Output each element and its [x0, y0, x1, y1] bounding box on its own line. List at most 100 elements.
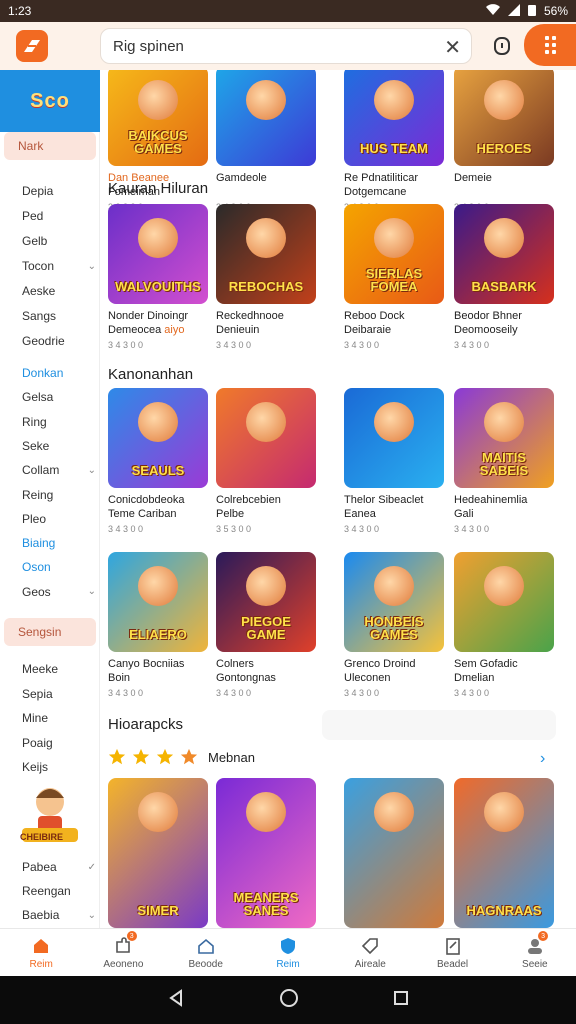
game-thumbnail[interactable] [454, 552, 554, 652]
section-filter-bar[interactable] [322, 710, 556, 740]
game-thumbnail[interactable]: HEROES [454, 70, 554, 166]
sidebar-item[interactable]: Geodrie [22, 334, 96, 348]
sidebar-item-label: Oson [22, 560, 51, 575]
game-thumbnail[interactable]: BASBARK [454, 204, 554, 304]
sidebar-item[interactable]: Mine [22, 711, 96, 725]
sidebar-item[interactable]: Biaing [22, 536, 96, 550]
game-thumbnail[interactable]: PIEGOE GAME [216, 552, 316, 652]
game-thumbnail[interactable]: MEANERS SANES [216, 778, 316, 928]
game-card[interactable]: Gamdeole3 4 3 0 0 [216, 70, 316, 212]
bottom-nav-item[interactable]: Aireale [329, 929, 411, 976]
game-card[interactable]: PIEGOE GAME Colners GontongnasBexaon 3 4 3… [216, 552, 316, 698]
game-thumbnail[interactable] [344, 778, 444, 928]
sidebar-brand[interactable]: Sco [0, 70, 100, 132]
sidebar-item-label: Poaig [22, 735, 53, 750]
bottom-nav-item[interactable]: Beadel [411, 929, 493, 976]
sidebar-item[interactable]: Depia [22, 184, 96, 198]
close-icon[interactable]: ✕ [444, 35, 461, 60]
sidebar-item[interactable]: Reengan [22, 884, 96, 898]
game-card[interactable] [344, 778, 444, 928]
game-thumbnail[interactable]: HONBEIS GAMES [344, 552, 444, 652]
game-card[interactable]: WALVOUITHS Nonder Dinoingr Demeocea aiyo 3 … [108, 204, 208, 350]
sidebar-pill-home[interactable]: Nark [4, 132, 96, 160]
clipboard-icon [443, 936, 463, 956]
sidebar-item[interactable]: Sepia [22, 687, 96, 701]
sidebar-item[interactable]: Gelb [22, 234, 96, 248]
sidebar-item[interactable]: Seke [22, 439, 96, 453]
chevron-right-icon[interactable]: › [540, 750, 545, 768]
sidebar-item[interactable]: Keijs [22, 760, 96, 774]
sidebar-item[interactable]: Oson [22, 560, 96, 574]
game-thumbnail[interactable]: HUS TEAM [344, 70, 444, 166]
sidebar-item[interactable]: Ped [22, 209, 96, 223]
game-title: Hedeahinemlia Gali [454, 494, 528, 520]
sidebar-item[interactable]: Reing [22, 488, 96, 502]
game-card[interactable]: HUS TEAMRe PdnatiliticarDotgemcane3 4 3 … [344, 70, 444, 212]
game-thumbnail[interactable]: WALVOUITHS [108, 204, 208, 304]
recents-icon[interactable] [393, 990, 409, 1011]
sidebar-item[interactable]: Aeske [22, 284, 96, 298]
game-card[interactable]: MAITIS SABEIS Hedeahinemlia Gali 3 4 3 0 0 [454, 388, 554, 534]
game-thumbnail[interactable]: HAGNRAAS [454, 778, 554, 928]
bottom-nav-item[interactable]: Reim [0, 929, 82, 976]
game-card[interactable]: SIERLAS FOMEA Reboo Dock Deibaraie 3 4 3 0 … [344, 204, 444, 350]
sidebar-item[interactable]: Collam ⌄ [22, 463, 96, 477]
game-thumbnail[interactable] [216, 70, 316, 166]
sidebar-item-label: Depia [22, 184, 54, 198]
sidebar-item[interactable]: Pleo [22, 512, 96, 526]
notification-icon[interactable] [490, 34, 514, 58]
game-thumbnail[interactable] [344, 388, 444, 488]
bottom-nav-label: Seeie [522, 958, 548, 970]
sidebar-item[interactable]: Tocon ⌄ [22, 259, 96, 273]
sidebar-item[interactable]: Gelsa [22, 390, 96, 404]
game-card[interactable]: Thelor Sibeaclet Eanea 3 4 3 0 0 [344, 388, 444, 534]
game-meta: 3 4 3 0 0 [108, 340, 144, 350]
sidebar-item[interactable]: Sangs [22, 309, 96, 323]
sidebar-item[interactable]: Baebia ⌄ [22, 908, 96, 922]
sidebar-item[interactable]: Ring [22, 415, 96, 429]
bottom-nav-item[interactable]: 3 Aeoneno [82, 929, 164, 976]
game-card[interactable]: Sem Gofadic Dmelian 3 4 3 0 0 [454, 552, 554, 698]
back-icon[interactable] [167, 988, 185, 1012]
game-card[interactable]: ELIAERO Canyo Bocniias Boin 3 4 3 0 0 [108, 552, 208, 698]
game-card[interactable]: BASBARK Beodor Bhner Deomooseily 3 4 3 0 0 [454, 204, 554, 350]
sidebar-item-label: Meeke [22, 662, 59, 676]
signal-icon [507, 3, 520, 19]
game-card[interactable]: MEANERS SANES [216, 778, 316, 928]
game-thumbnail[interactable] [216, 388, 316, 488]
game-thumbnail[interactable]: MAITIS SABEIS [454, 388, 554, 488]
grid-menu-icon[interactable] [524, 24, 576, 66]
bottom-nav-item[interactable]: Beoode [165, 929, 247, 976]
game-thumbnail[interactable]: REBOCHAS [216, 204, 316, 304]
game-thumbnail[interactable]: ELIAERO [108, 552, 208, 652]
game-thumbnail[interactable]: SIMER [108, 778, 208, 928]
character-image [484, 218, 524, 258]
bottom-nav-item[interactable]: Reim [247, 929, 329, 976]
game-card[interactable]: REBOCHAS Reckedhnooe Denieuin 3 4 3 0 0 [216, 204, 316, 350]
game-meta: 3 4 3 0 0 [454, 688, 490, 698]
sidebar-item[interactable]: Geos ⌄ [22, 585, 96, 599]
game-card[interactable]: Colrebcebien Pelbe 3 5 3 0 0 [216, 388, 316, 534]
sidebar-item[interactable]: Donkan [22, 366, 96, 380]
game-card[interactable]: HONBEIS GAMES Grenco Droind Uleconen 3 4 3 … [344, 552, 444, 698]
game-card[interactable]: HAGNRAAS [454, 778, 554, 928]
game-title: Conicdobdeoka Teme Cariban [108, 494, 185, 520]
home-circle-icon[interactable] [279, 988, 299, 1013]
app-logo-icon[interactable] [16, 30, 48, 62]
sidebar-item[interactable]: Poaig [22, 736, 96, 750]
game-card[interactable]: HEROESDemeie3 4 3 0 0 [454, 70, 554, 212]
character-image [138, 402, 178, 442]
sidebar-item[interactable]: Meeke [22, 662, 96, 676]
sidebar-pill-settings[interactable]: Sengsin [4, 618, 96, 646]
game-thumbnail[interactable]: SIERLAS FOMEA [344, 204, 444, 304]
sidebar-item[interactable]: Pabea ✓ [22, 860, 96, 874]
bottom-nav-item[interactable]: 3 Seeie [494, 929, 576, 976]
search-input[interactable]: Rig spinen ✕ [100, 28, 472, 64]
game-thumbnail[interactable]: BAIKCUS GAMES [108, 70, 208, 166]
character-image [246, 792, 286, 832]
game-card[interactable]: SIMER [108, 778, 208, 928]
game-thumbnail[interactable]: SEAULS [108, 388, 208, 488]
sidebar-item-label: Gelsa [22, 390, 54, 405]
game-card[interactable]: SEAULS Conicdobdeoka Teme Cariban 3 4 3 0 0 [108, 388, 208, 534]
sidebar-item-label: Baebia [22, 908, 60, 922]
